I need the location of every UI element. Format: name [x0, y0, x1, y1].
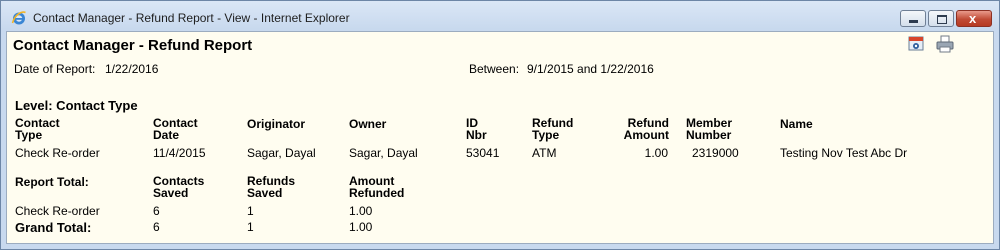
- cell-id-nbr: 53041: [466, 146, 500, 160]
- cell-originator: Sagar, Dayal: [247, 146, 316, 160]
- grand-total-contacts-saved: 6: [153, 220, 160, 234]
- grand-total-label: Grand Total:: [15, 220, 92, 235]
- column-header-refunds-saved: Refunds Saved: [247, 174, 295, 200]
- column-header-member-number: Member Number: [686, 116, 733, 142]
- print-icon[interactable]: [936, 35, 954, 53]
- cell-member-number: 2319000: [692, 146, 739, 160]
- cell-contact-type: Check Re-order: [15, 146, 100, 160]
- cell-owner: Sagar, Dayal: [349, 146, 418, 160]
- grand-total-amount-refunded: 1.00: [349, 220, 373, 234]
- title-bar[interactable]: Contact Manager - Refund Report - View -…: [1, 1, 999, 31]
- window-title: Contact Manager - Refund Report - View -…: [33, 11, 350, 25]
- minimize-button[interactable]: [900, 10, 926, 27]
- column-header-name: Name: [780, 117, 813, 131]
- column-header-id-nbr: ID Nbr: [466, 116, 487, 142]
- column-header-contact-date: Contact Date: [153, 116, 198, 142]
- minimize-icon: [909, 20, 918, 23]
- internet-explorer-icon: [11, 11, 26, 25]
- cell-contact-date: 11/4/2015: [153, 146, 206, 160]
- maximize-button[interactable]: [928, 10, 954, 27]
- report-total-label: Report Total:: [15, 175, 89, 189]
- report-title: Contact Manager - Refund Report: [13, 37, 253, 54]
- between-value: 9/1/2015 and 1/22/2016: [527, 62, 654, 76]
- browser-window: Contact Manager - Refund Report - View -…: [0, 0, 1000, 250]
- close-button[interactable]: x: [956, 10, 992, 27]
- cell-refund-amount: 1.00: [644, 146, 668, 160]
- total-cell-type: Check Re-order: [15, 204, 100, 218]
- column-header-contact-type: Contact Type: [15, 116, 60, 142]
- preview-icon[interactable]: [908, 35, 926, 53]
- cell-refund-type: ATM: [532, 146, 557, 160]
- report-content: Contact Manager - Refund Report Date of …: [6, 31, 994, 244]
- date-of-report-label: Date of Report:: [14, 62, 96, 76]
- between-label: Between:: [469, 62, 520, 76]
- column-header-contacts-saved: Contacts Saved: [153, 174, 205, 200]
- grand-total-refunds-saved: 1: [247, 220, 254, 234]
- date-of-report-value: 1/22/2016: [105, 62, 159, 76]
- maximize-icon: [937, 15, 947, 24]
- column-header-amount-refunded: Amount Refunded: [349, 174, 405, 200]
- column-header-refund-type: Refund Type: [532, 116, 574, 142]
- total-cell-contacts-saved: 6: [153, 204, 160, 218]
- total-cell-refunds-saved: 1: [247, 204, 254, 218]
- cell-name: Testing Nov Test Abc Dr: [780, 146, 908, 160]
- level-heading: Level: Contact Type: [15, 98, 138, 113]
- column-header-owner: Owner: [349, 117, 387, 131]
- column-header-refund-amount: Refund Amount: [623, 116, 669, 142]
- column-header-originator: Originator: [247, 117, 306, 131]
- close-icon: x: [969, 11, 977, 26]
- total-cell-amount-refunded: 1.00: [349, 204, 373, 218]
